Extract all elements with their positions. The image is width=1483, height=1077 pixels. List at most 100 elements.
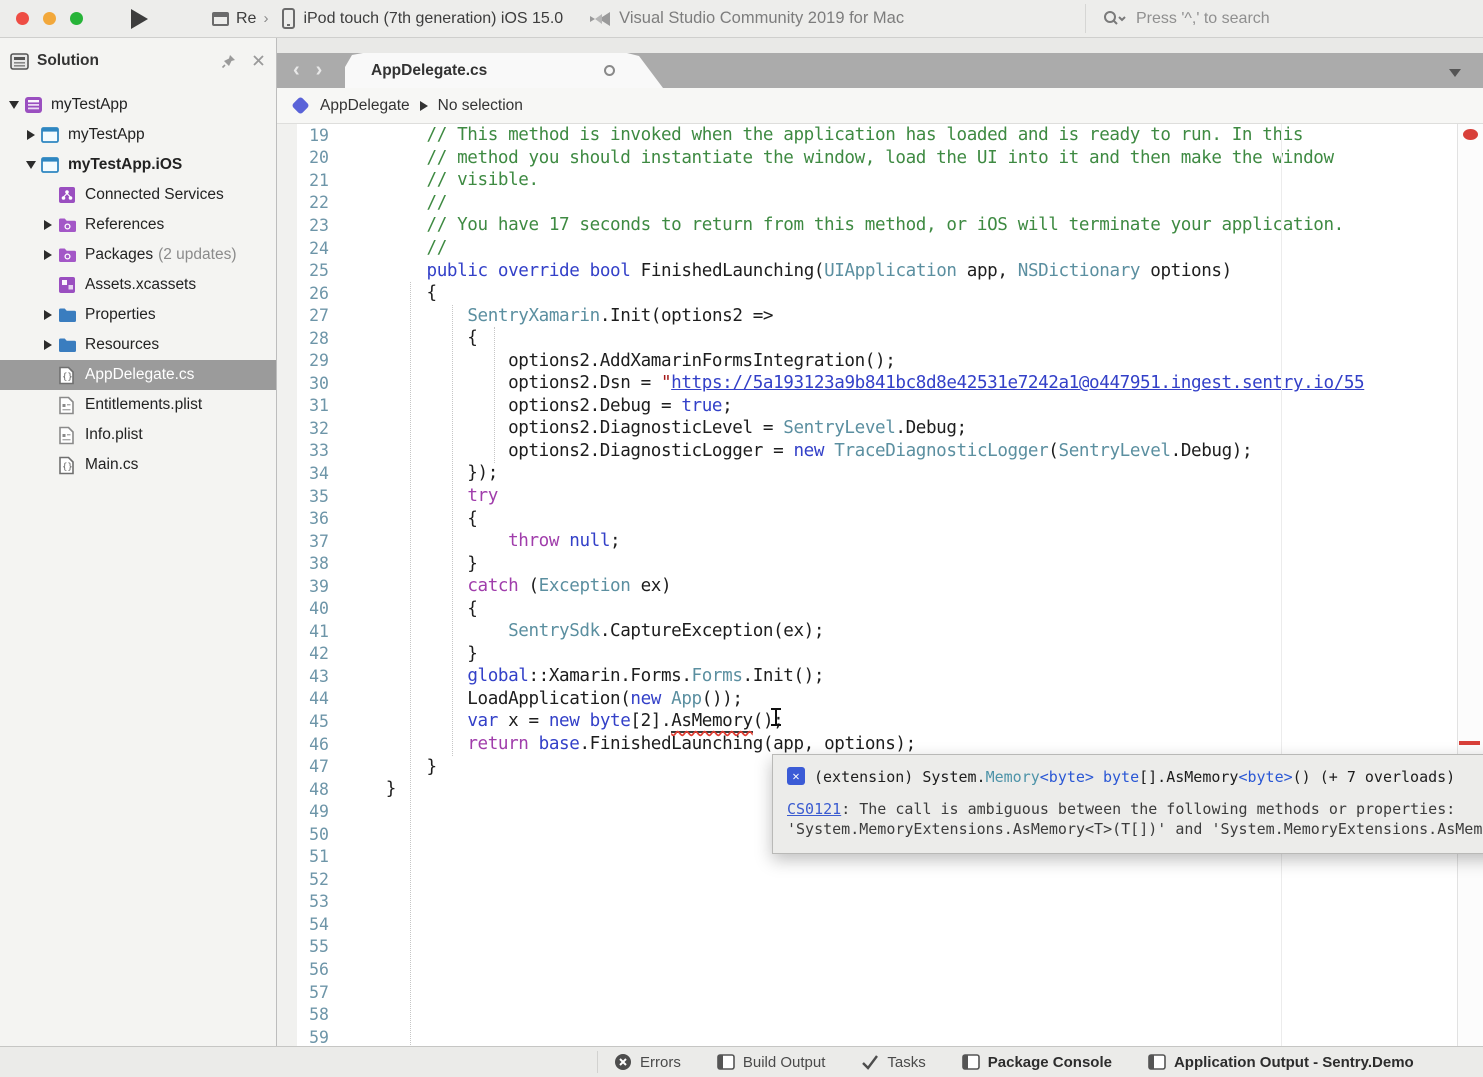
line-number[interactable]: 39	[277, 577, 345, 596]
code-line-20[interactable]: 20 // method you should instantiate the …	[277, 147, 1483, 170]
code-line-32[interactable]: 32 options2.DiagnosticLevel = SentryLeve…	[277, 417, 1483, 440]
line-number[interactable]: 23	[277, 216, 345, 235]
line-number[interactable]: 36	[277, 509, 345, 528]
line-number[interactable]: 37	[277, 532, 345, 551]
tree-item-main-cs[interactable]: {}Main.cs	[0, 450, 276, 480]
statusbar-build-output[interactable]: Build Output	[717, 1054, 826, 1071]
code-line-38[interactable]: 38 }	[277, 552, 1483, 575]
line-number[interactable]: 27	[277, 306, 345, 325]
statusbar-package-console[interactable]: Package Console	[962, 1054, 1112, 1071]
line-number[interactable]: 24	[277, 239, 345, 258]
breadcrumb-class[interactable]: AppDelegate	[320, 97, 410, 115]
code-line-46[interactable]: 46 return base.FinishedLaunching(app, op…	[277, 733, 1483, 756]
scrollbar[interactable]	[1457, 124, 1483, 1046]
line-number[interactable]: 28	[277, 329, 345, 348]
tree-item-appdelegate-cs[interactable]: {}AppDelegate.cs	[0, 360, 276, 390]
line-number[interactable]: 42	[277, 644, 345, 663]
code-line-52[interactable]: 52	[277, 868, 1483, 891]
code-line-58[interactable]: 58	[277, 1003, 1483, 1026]
run-button[interactable]	[131, 9, 148, 29]
disclosure-down-icon[interactable]	[6, 101, 22, 109]
device-selector[interactable]: iPod touch (7th generation) iOS 15.0	[282, 8, 563, 29]
code-line-22[interactable]: 22 //	[277, 192, 1483, 215]
code-line-29[interactable]: 29 options2.AddXamarinFormsIntegration()…	[277, 349, 1483, 372]
modified-indicator-icon[interactable]	[604, 65, 615, 76]
line-number[interactable]: 46	[277, 735, 345, 754]
build-configuration-selector[interactable]: Re ›	[212, 10, 268, 28]
code-line-25[interactable]: 25 public override bool FinishedLaunchin…	[277, 259, 1483, 282]
line-number[interactable]: 29	[277, 351, 345, 370]
line-number[interactable]: 51	[277, 847, 345, 866]
line-number[interactable]: 44	[277, 689, 345, 708]
disclosure-right-icon[interactable]	[40, 310, 56, 320]
tree-item-connected-services[interactable]: Connected Services	[0, 180, 276, 210]
line-number[interactable]: 54	[277, 915, 345, 934]
line-number[interactable]: 33	[277, 441, 345, 460]
code-line-57[interactable]: 57	[277, 981, 1483, 1004]
line-number[interactable]: 45	[277, 712, 345, 731]
line-number[interactable]: 50	[277, 825, 345, 844]
code-line-19[interactable]: 19 // This method is invoked when the ap…	[277, 124, 1483, 147]
disclosure-right-icon[interactable]	[40, 340, 56, 350]
tree-item-resources[interactable]: Resources	[0, 330, 276, 360]
line-number[interactable]: 35	[277, 487, 345, 506]
disclosure-right-icon[interactable]	[23, 130, 39, 140]
tree-item-packages[interactable]: Packages(2 updates)	[0, 240, 276, 270]
code-line-23[interactable]: 23 // You have 17 seconds to return from…	[277, 214, 1483, 237]
code-line-26[interactable]: 26 {	[277, 282, 1483, 305]
line-number[interactable]: 34	[277, 464, 345, 483]
code-line-36[interactable]: 36 {	[277, 507, 1483, 530]
tree-item-assets-xcassets[interactable]: Assets.xcassets	[0, 270, 276, 300]
line-number[interactable]: 49	[277, 802, 345, 821]
line-number[interactable]: 58	[277, 1005, 345, 1024]
line-number[interactable]: 21	[277, 171, 345, 190]
code-line-53[interactable]: 53	[277, 891, 1483, 914]
statusbar-tasks[interactable]: Tasks	[861, 1054, 925, 1071]
line-number[interactable]: 25	[277, 261, 345, 280]
tab-list-dropdown-icon[interactable]	[1449, 69, 1461, 77]
code-line-44[interactable]: 44 LoadApplication(new App());	[277, 688, 1483, 711]
line-number[interactable]: 30	[277, 374, 345, 393]
tree-item-mytestapp[interactable]: myTestApp	[0, 120, 276, 150]
code-line-39[interactable]: 39 catch (Exception ex)	[277, 575, 1483, 598]
line-number[interactable]: 55	[277, 937, 345, 956]
line-number[interactable]: 59	[277, 1028, 345, 1046]
code-line-42[interactable]: 42 }	[277, 643, 1483, 666]
code-line-28[interactable]: 28 {	[277, 327, 1483, 350]
code-line-37[interactable]: 37 throw null;	[277, 530, 1483, 553]
line-number[interactable]: 53	[277, 892, 345, 911]
code-line-43[interactable]: 43 global::Xamarin.Forms.Forms.Init();	[277, 665, 1483, 688]
navigate-back-button[interactable]: ‹	[293, 59, 300, 82]
code-line-40[interactable]: 40 {	[277, 597, 1483, 620]
code-editor[interactable]: 19 // This method is invoked when the ap…	[277, 124, 1483, 1046]
close-pane-icon[interactable]	[251, 53, 266, 68]
statusbar-application-output-sentry-demo[interactable]: Application Output - Sentry.Demo	[1148, 1054, 1414, 1071]
code-line-56[interactable]: 56	[277, 958, 1483, 981]
line-number[interactable]: 19	[277, 126, 345, 145]
tree-item-mytestapp[interactable]: myTestApp	[0, 90, 276, 120]
tab-appdelegate[interactable]: AppDelegate.cs	[345, 53, 663, 88]
code-line-41[interactable]: 41 SentrySdk.CaptureException(ex);	[277, 620, 1483, 643]
line-number[interactable]: 31	[277, 396, 345, 415]
line-number[interactable]: 47	[277, 757, 345, 776]
code-line-27[interactable]: 27 SentryXamarin.Init(options2 =>	[277, 304, 1483, 327]
navigate-forward-button[interactable]: ›	[316, 59, 323, 82]
close-window-button[interactable]	[16, 12, 29, 25]
code-line-35[interactable]: 35 try	[277, 485, 1483, 508]
line-number[interactable]: 43	[277, 667, 345, 686]
tree-item-entitlements-plist[interactable]: Entitlements.plist	[0, 390, 276, 420]
line-number[interactable]: 56	[277, 960, 345, 979]
pin-pane-icon[interactable]	[221, 53, 237, 69]
line-number[interactable]: 20	[277, 148, 345, 167]
code-line-55[interactable]: 55	[277, 936, 1483, 959]
error-code-link[interactable]: CS0121	[787, 800, 841, 818]
line-number[interactable]: 57	[277, 983, 345, 1002]
tree-item-references[interactable]: References	[0, 210, 276, 240]
error-indicator-icon[interactable]	[1463, 129, 1478, 140]
line-number[interactable]: 40	[277, 599, 345, 618]
tree-item-properties[interactable]: Properties	[0, 300, 276, 330]
disclosure-right-icon[interactable]	[40, 220, 56, 230]
code-line-24[interactable]: 24 //	[277, 237, 1483, 260]
code-line-21[interactable]: 21 // visible.	[277, 169, 1483, 192]
line-number[interactable]: 32	[277, 419, 345, 438]
